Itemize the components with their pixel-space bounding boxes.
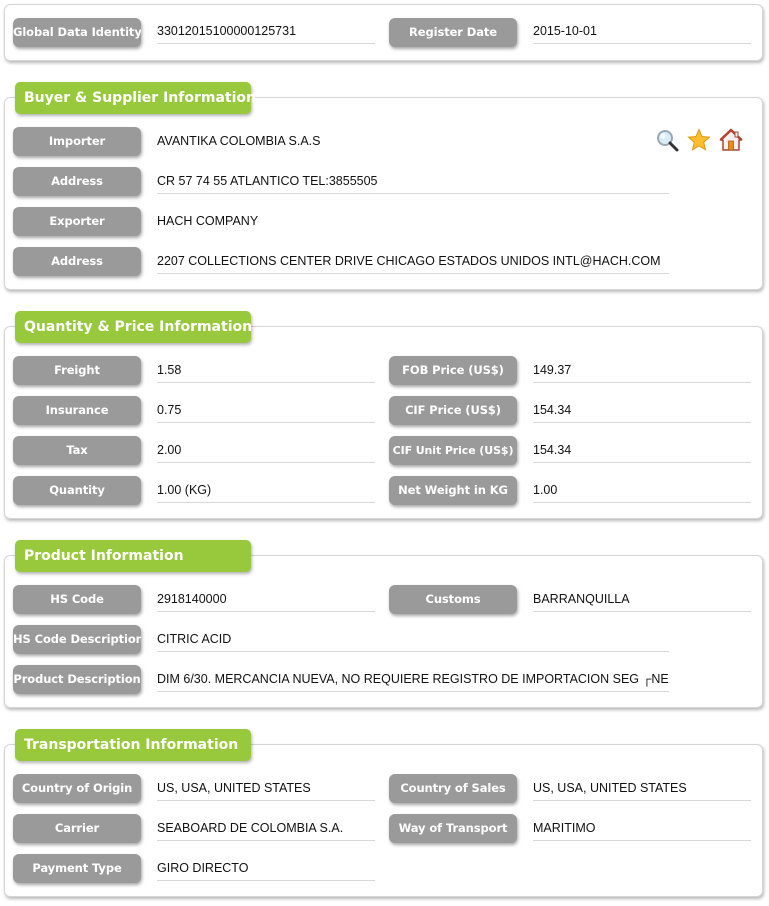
importer-value: AVANTIKA COLOMBIA S.A.S — [157, 134, 321, 148]
exporter-address-label: Address — [13, 247, 141, 276]
register-date-value: 2015-10-01 — [533, 22, 751, 44]
register-date-label: Register Date — [389, 18, 517, 47]
net-weight-label: Net Weight in KG — [389, 476, 517, 505]
importer-address-value: CR 57 74 55 ATLANTICO TEL:3855505 — [157, 172, 669, 194]
carrier-label: Carrier — [13, 814, 141, 843]
hs-code-value: 2918140000 — [157, 590, 375, 612]
tax-label: Tax — [13, 436, 141, 465]
exporter-address-value: 2207 COLLECTIONS CENTER DRIVE CHICAGO ES… — [157, 252, 669, 274]
way-of-transport-label: Way of Transport — [389, 814, 517, 843]
action-icons — [655, 128, 743, 152]
global-data-identity-label: Global Data Identity — [13, 18, 141, 47]
quantity-label: Quantity — [13, 476, 141, 505]
customs-value: BARRANQUILLA — [533, 590, 751, 612]
freight-value: 1.58 — [157, 361, 375, 383]
payment-type-label: Payment Type — [13, 854, 141, 883]
cif-unit-price-value: 154.34 — [533, 441, 751, 463]
net-weight-value: 1.00 — [533, 481, 751, 503]
product-description-label: Product Description — [13, 665, 141, 694]
payment-type-value: GIRO DIRECTO — [157, 859, 375, 881]
country-of-sales-label: Country of Sales — [389, 774, 517, 803]
fob-price-label: FOB Price (US$) — [389, 356, 517, 385]
home-icon[interactable] — [719, 128, 743, 152]
buyer-supplier-title: Buyer & Supplier Information — [15, 82, 256, 114]
importer-label: Importer — [13, 127, 141, 156]
global-data-identity-value: 33012015100000125731 — [157, 22, 375, 44]
product-title: Product Information — [15, 540, 251, 572]
hs-code-label: HS Code — [13, 585, 141, 614]
cif-price-value: 154.34 — [533, 401, 751, 423]
insurance-label: Insurance — [13, 396, 141, 425]
hs-code-description-value: CITRIC ACID — [157, 630, 669, 652]
importer-address-label: Address — [13, 167, 141, 196]
exporter-value: HACH COMPANY — [157, 214, 259, 228]
exporter-label: Exporter — [13, 207, 141, 236]
country-of-origin-label: Country of Origin — [13, 774, 141, 803]
cif-unit-price-label: CIF Unit Price (US$) — [389, 436, 517, 465]
country-of-sales-value: US, USA, UNITED STATES — [533, 779, 751, 801]
freight-label: Freight — [13, 356, 141, 385]
hs-code-description-label: HS Code Description — [13, 625, 141, 654]
product-description-value: DIM 6/30. MERCANCIA NUEVA, NO REQUIERE R… — [157, 670, 669, 692]
tax-value: 2.00 — [157, 441, 375, 463]
fob-price-value: 149.37 — [533, 361, 751, 383]
quantity-value: 1.00 (KG) — [157, 481, 375, 503]
country-of-origin-value: US, USA, UNITED STATES — [157, 779, 375, 801]
search-icon[interactable] — [655, 128, 679, 152]
customs-label: Customs — [389, 585, 517, 614]
insurance-value: 0.75 — [157, 401, 375, 423]
transport-title: Transportation Information — [15, 729, 251, 761]
quantity-price-title: Quantity & Price Information — [15, 311, 252, 343]
cif-price-label: CIF Price (US$) — [389, 396, 517, 425]
way-of-transport-value: MARITIMO — [533, 819, 751, 841]
carrier-value: SEABOARD DE COLOMBIA S.A. — [157, 819, 375, 841]
star-icon[interactable] — [687, 128, 711, 152]
